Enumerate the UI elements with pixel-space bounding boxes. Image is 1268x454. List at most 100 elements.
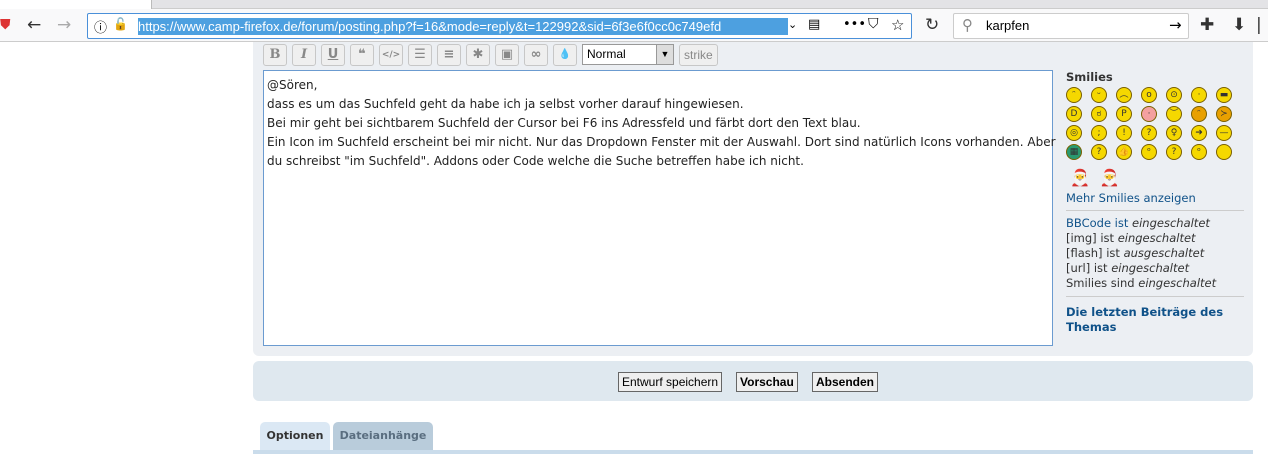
smiley-icon[interactable]: ▬ [1216,87,1232,103]
smiley-icon[interactable]: — [1216,125,1232,141]
smiley-icon[interactable]: ⊙ [1166,87,1182,103]
text-line: Bei mir geht bei sichtbarem Suchfeld der… [267,116,861,130]
back-icon[interactable]: ← [27,15,41,35]
lock-warning-icon[interactable]: 🔓 [113,17,128,31]
smiley-icon[interactable]: ᵔ [1066,87,1082,103]
santa-smiley-icon[interactable]: 🎅 [1070,168,1090,187]
go-arrow-icon[interactable]: → [1169,16,1182,34]
text-line: Ein Icon im Suchfeld erscheint bei mir n… [267,135,1056,149]
status-value: eingeschaltet [1117,231,1196,245]
recent-posts-link[interactable]: Die letzten Beiträge des Themas [1066,305,1244,335]
status-label: [flash] ist [1066,246,1124,260]
smiley-icon[interactable]: ➜ [1191,125,1207,141]
italic-button[interactable]: I [292,44,316,66]
christmas-smilies: 🎅 🎅 [1070,168,1244,187]
smiley-icon[interactable]: ᵔ [1191,106,1207,122]
tab-strip [0,0,1268,9]
browser-tab[interactable] [0,0,152,9]
status-line: [flash] ist ausgeschaltet [1066,246,1244,261]
search-bar[interactable]: ⚲ karpfen → [953,13,1189,39]
smiley-icon[interactable]: · [1141,106,1157,122]
bold-button[interactable]: B [263,44,287,66]
status-value: eingeschaltet [1138,276,1217,290]
smiley-icon[interactable]: o [1141,87,1157,103]
list-item-button[interactable]: ✱ [466,44,490,66]
chevron-down-icon[interactable]: ⌄ [788,18,797,31]
ordered-list-button[interactable]: ≡ [437,44,461,66]
url-bar[interactable]: ⓘ 🔓 https://www.camp-firefox.de/forum/po… [87,13,912,39]
smiley-icon[interactable]: ▦ [1066,144,1082,160]
preview-button[interactable]: Vorschau [736,372,798,392]
smiley-icon[interactable]: ! [1116,125,1132,141]
tab-panel [253,450,1253,454]
quote-button[interactable]: ❝ [350,44,374,66]
reload-icon[interactable]: ↻ [925,15,939,35]
smiley-icon[interactable]: ; [1091,125,1107,141]
smiley-icon[interactable]: ᵒ [1141,144,1157,160]
smilies-heading: Smilies [1066,70,1113,84]
status-line: BBCode ist eingeschaltet [1066,216,1244,231]
smiley-icon[interactable]: ≻ [1216,106,1232,122]
forward-icon[interactable]: → [57,15,71,35]
bbcode-toolbar: B I U ❝ </> ☰ ≡ ✱ ▣ ∞ 💧 Normal ▼ strike [263,44,718,66]
smiley-icon[interactable]: ︶ [1166,106,1182,122]
reader-icon[interactable]: ▤ [808,17,820,32]
status-line: [url] ist eingeschaltet [1066,261,1244,276]
smiley-icon[interactable]: 👍 [1116,144,1132,160]
download-icon[interactable]: ⬇ [1232,15,1246,35]
status-label: [url] ist [1066,261,1112,275]
smiley-icon[interactable]: P [1116,106,1132,122]
star-icon[interactable]: ☆ [891,16,904,34]
text-line: @Sören, [267,78,318,92]
image-button[interactable]: ▣ [495,44,519,66]
tab-attachments[interactable]: Dateianhänge [333,422,433,450]
text-line: dass es um das Suchfeld geht da habe ich… [267,97,744,111]
link-button[interactable]: ∞ [524,44,548,66]
santa-smiley-icon[interactable]: 🎅 [1100,168,1120,187]
smiley-icon[interactable]: ♀ [1166,125,1182,141]
tab-options[interactable]: Optionen [260,422,330,450]
search-input[interactable]: karpfen [986,18,1029,33]
smilies-grid: ᵔ ᵕ ︵ o ⊙ · ▬ D ಠ P · ︶ ᵔ ≻ ◎;!? ♀ ➜ — ▦? 👍 ᵒ? ᵒ [1066,87,1244,160]
status-line: [img] ist eingeschaltet [1066,231,1244,246]
submit-bar: Entwurf speichern Vorschau Absenden [253,361,1253,401]
info-icon[interactable]: ⓘ [94,17,107,36]
library-icon[interactable]: | [1256,15,1262,35]
pocket-icon[interactable]: ⛉ [868,16,879,32]
smiley-icon[interactable]: ᵕ [1091,87,1107,103]
strike-button[interactable]: strike [679,44,718,66]
divider [1066,296,1244,297]
url-text[interactable]: https://www.camp-firefox.de/forum/postin… [138,18,788,35]
posting-panel: B I U ❝ </> ☰ ≡ ✱ ▣ ∞ 💧 Normal ▼ strike @… [253,42,1253,356]
save-draft-button[interactable]: Entwurf speichern [618,372,723,392]
status-label: [img] ist [1066,231,1118,245]
smiley-icon[interactable]: ಠ [1091,106,1107,122]
smiley-icon[interactable]: ᵒ [1191,144,1207,160]
message-textarea[interactable]: @Sören, dass es um das Suchfeld geht da … [263,70,1056,346]
search-icon: ⚲ [962,16,973,34]
bbcode-link[interactable]: BBCode ist [1066,216,1132,230]
list-button[interactable]: ☰ [408,44,432,66]
text-line: du schreibst "im Suchfeld". Addons oder … [267,154,804,168]
submit-button[interactable]: Absenden [812,372,879,392]
sidebar: Smilies ᵔ ᵕ ︵ o ⊙ · ▬ D ಠ P · ︶ ᵔ ≻ ◎;!? ♀ ➜ — ▦? 👍 ᵒ? ᵒ 🎅… [1066,70,1244,335]
puzzle-icon[interactable]: ✚ [1200,15,1214,35]
smiley-icon[interactable]: ︵ [1116,87,1132,103]
code-button[interactable]: </> [379,44,403,66]
status-value: ausgeschaltet [1123,246,1205,260]
smiley-icon[interactable]: ? [1141,125,1157,141]
more-smilies-link[interactable]: Mehr Smilies anzeigen [1066,191,1244,205]
smiley-icon[interactable]: · [1191,87,1207,103]
smiley-icon[interactable]: ? [1166,144,1182,160]
font-size-select[interactable]: Normal ▼ [582,44,674,65]
status-label: Smilies sind [1066,276,1139,290]
status-value: eingeschaltet [1111,261,1190,275]
underline-button[interactable]: U [321,44,345,66]
font-size-value: Normal [587,47,626,61]
smiley-icon[interactable]: D [1066,106,1082,122]
smiley-icon[interactable]: ◎ [1066,125,1082,141]
smiley-icon[interactable]: ? [1091,144,1107,160]
shield-icon[interactable]: ⛊ [0,15,11,35]
more-icon[interactable]: ••• [843,17,866,32]
color-button[interactable]: 💧 [553,44,577,66]
